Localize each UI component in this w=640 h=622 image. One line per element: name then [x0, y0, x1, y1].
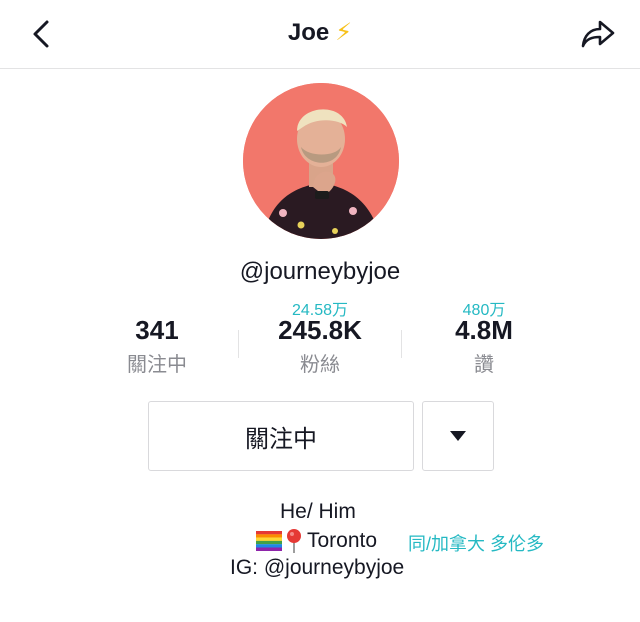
translation-text[interactable]: 同/加拿大 多伦多	[408, 530, 544, 556]
suggestions-dropdown-button[interactable]	[422, 401, 494, 471]
page-title: Joe ⚡	[0, 18, 640, 47]
following-label[interactable]: 關注中	[87, 348, 227, 377]
bio-location: Toronto	[256, 528, 377, 554]
likes-count: 4.8M	[455, 315, 513, 345]
bio-pronouns: He/ Him	[280, 500, 356, 523]
profile-avatar[interactable]	[243, 83, 399, 239]
username: @journeybyjoe	[239, 258, 401, 285]
stats-divider	[401, 330, 402, 358]
share-arrow-icon	[581, 20, 615, 48]
bio-location-text: Toronto	[307, 529, 378, 552]
top-nav-bar: Joe ⚡	[0, 0, 640, 69]
stats-divider	[238, 330, 239, 358]
followers-count[interactable]: 245.8K	[250, 315, 390, 346]
rainbow-flag-icon	[256, 531, 282, 551]
followers-label[interactable]: 粉絲	[250, 348, 390, 377]
caret-down-icon	[450, 431, 466, 441]
share-button[interactable]	[578, 14, 618, 54]
following-button[interactable]: 關注中	[148, 401, 414, 471]
following-count[interactable]: 341	[87, 315, 227, 346]
likes-label: 讚	[474, 354, 494, 376]
profile-name: Joe	[287, 19, 330, 46]
bio-instagram: IG: @journeybyjoe	[230, 556, 405, 579]
lightning-emoji: ⚡	[335, 19, 353, 46]
avatar-image	[243, 83, 399, 239]
map-pin-icon	[287, 529, 301, 553]
